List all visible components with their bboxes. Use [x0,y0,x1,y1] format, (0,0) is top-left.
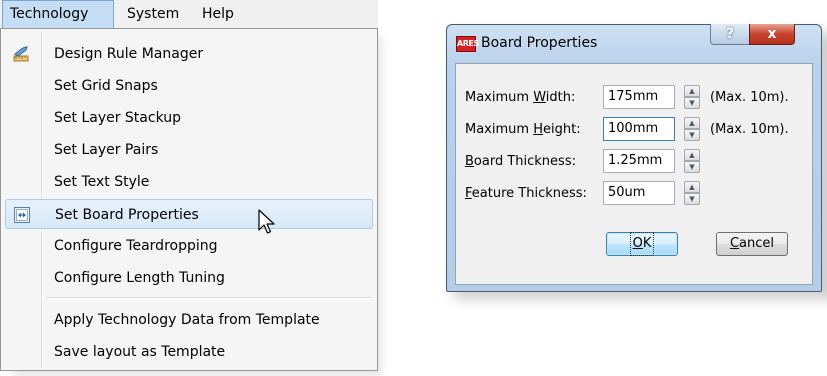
menu-item-set-layer-stackup[interactable]: Set Layer Stackup [5,103,373,133]
spin-up-button[interactable]: ▲ [684,149,700,161]
spin-up-button[interactable]: ▲ [684,117,700,129]
menu-system[interactable]: System [120,0,186,28]
menu-item-label: Set Board Properties [55,207,199,223]
spin-up-button[interactable]: ▲ [684,181,700,193]
menu-item-design-rule-manager[interactable]: Design Rule Manager [5,39,373,69]
spin-down-button[interactable]: ▼ [684,193,700,205]
board-thickness-spinner: ▲ ▼ [684,149,700,173]
menu-item-set-layer-pairs[interactable]: Set Layer Pairs [5,135,373,165]
spin-down-button[interactable]: ▼ [684,97,700,109]
feature-thickness-spinner: ▲ ▼ [684,181,700,205]
design-rules-icon [13,46,29,62]
menu-item-label: Save layout as Template [54,344,226,360]
menu-item-label: Set Layer Pairs [54,142,159,158]
board-properties-dialog: ARES Board Properties ? x Maximum Width:… [446,24,822,292]
mouse-pointer-icon [258,209,275,234]
menu-item-save-layout-as-template[interactable]: Save layout as Template [5,337,373,367]
feature-thickness-field[interactable]: 50um [603,181,675,205]
menu-item-label: Set Text Style [54,174,150,190]
menu-item-label: Apply Technology Data from Template [54,312,320,328]
menu-item-label: Configure Length Tuning [54,270,225,286]
board-thickness-field[interactable]: 1.25mm [603,149,675,173]
max-height-note: (Max. 10m). [710,122,789,137]
menu-item-set-board-properties[interactable]: Set Board Properties [5,199,373,229]
menu-item-label: Design Rule Manager [54,46,204,62]
spin-down-button[interactable]: ▼ [684,129,700,141]
ok-button-label: OK [629,232,655,256]
max-width-field[interactable]: 175mm [603,85,675,109]
max-width-spinner: ▲ ▼ [684,85,700,109]
dialog-title: Board Properties [481,35,598,51]
feature-thickness-label: Feature Thickness: [465,186,587,201]
ares-app-icon: ARES [456,36,479,52]
spin-up-button[interactable]: ▲ [684,85,700,97]
menu-item-set-grid-snaps[interactable]: Set Grid Snaps [5,71,373,101]
help-button[interactable]: ? [710,24,750,45]
menu-item-label: Set Layer Stackup [54,110,182,126]
board-thickness-label: Board Thickness: [465,154,576,169]
close-button[interactable]: x [749,24,795,45]
menu-item-apply-technology-data[interactable]: Apply Technology Data from Template [5,305,373,335]
menu-item-label: Set Grid Snaps [54,78,158,94]
ok-button[interactable]: OK [606,232,678,256]
menu-item-set-text-style[interactable]: Set Text Style [5,167,373,197]
menu-item-configure-teardropping[interactable]: Configure Teardropping [5,231,373,261]
menu-bar: Technology System Help [0,0,378,29]
menu-help[interactable]: Help [195,0,241,28]
max-width-label: Maximum Width: [465,90,576,105]
spin-down-button[interactable]: ▼ [684,161,700,173]
menu-technology[interactable]: Technology [2,0,114,28]
max-width-note: (Max. 10m). [710,90,789,105]
max-height-label: Maximum Height: [465,122,581,137]
technology-dropdown-menu: Design Rule Manager Set Grid Snaps Set L… [0,28,378,371]
cancel-button[interactable]: Cancel [716,232,788,256]
menu-separator [47,297,371,299]
cancel-button-label: Cancel [729,236,775,251]
max-height-spinner: ▲ ▼ [684,117,700,141]
dialog-client-area: Maximum Width: 175mm ▲ ▼ (Max. 10m). Max… [455,63,813,285]
max-height-field[interactable]: 100mm [603,117,675,141]
menu-item-label: Configure Teardropping [54,238,218,254]
menu-item-configure-length-tuning[interactable]: Configure Length Tuning [5,263,373,293]
board-properties-icon [14,207,30,223]
